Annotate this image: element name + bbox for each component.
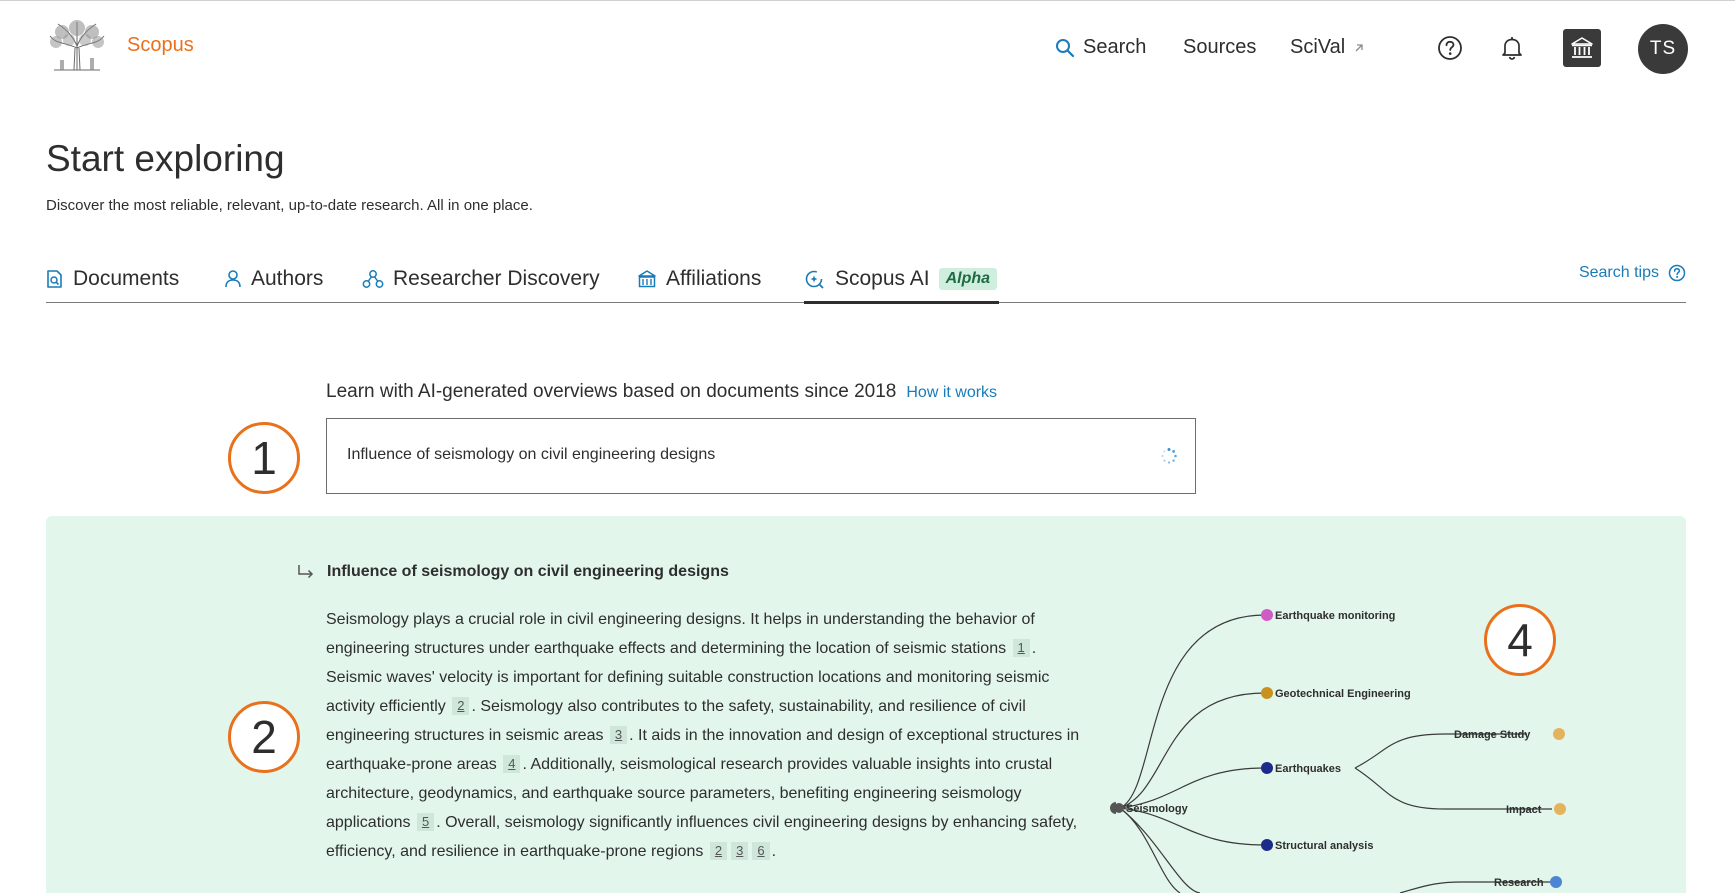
bell-icon [1502, 37, 1522, 60]
page-title: Start exploring [46, 138, 285, 179]
network-icon [362, 270, 384, 288]
user-avatar[interactable]: TS [1638, 24, 1688, 74]
top-header: Scopus Search Sources SciVal TS [0, 0, 1735, 100]
answer-text-segment: . [771, 843, 777, 860]
document-search-icon [47, 270, 62, 288]
tab-affiliations-label: Affiliations [666, 267, 762, 290]
search-tips-label: Search tips [1578, 264, 1659, 281]
citation-link[interactable]: 2 [709, 842, 728, 860]
tab-scopus-ai[interactable]: Scopus AI Alpha [804, 262, 1000, 304]
loading-spinner-icon [1161, 448, 1177, 464]
reply-arrow-icon [298, 565, 314, 579]
ai-sparkle-icon [805, 270, 824, 289]
map-edge [1119, 614, 1266, 809]
search-tips-link[interactable]: Search tips [1579, 264, 1686, 282]
map-node-label: Damage Study [1454, 729, 1531, 741]
map-edge [1119, 807, 1201, 893]
tab-affiliations[interactable]: Affiliations [637, 262, 761, 296]
person-icon [225, 270, 241, 288]
map-node-label: Impact [1506, 804, 1542, 816]
help-button[interactable] [1434, 32, 1466, 64]
search-icon [1056, 38, 1075, 57]
building-icon [638, 270, 656, 288]
map-node-structural-analysis[interactable]: Structural analysis [1261, 839, 1373, 852]
map-node-label: Research [1494, 877, 1544, 889]
nav-search-link[interactable]: Search [1055, 36, 1146, 59]
answer-text-segment: Seismology plays a crucial role in civil… [326, 611, 1035, 657]
tab-scopus-ai-label: Scopus AI [835, 267, 930, 290]
answer-text-segment: . Overall, seismology significantly infl… [326, 814, 1078, 860]
map-node-earthquake-monitoring[interactable]: Earthquake monitoring [1261, 609, 1395, 622]
tab-researcher-discovery-label: Researcher Discovery [393, 267, 600, 290]
map-node-geotechnical-engineering[interactable]: Geotechnical Engineering [1261, 687, 1411, 700]
tab-researcher-discovery[interactable]: Researcher Discovery [362, 262, 600, 296]
tab-authors-label: Authors [251, 267, 324, 290]
answer-summary: Seismology plays a crucial role in civil… [326, 605, 1086, 866]
map-node-label: Structural analysis [1275, 840, 1373, 852]
ai-prompt-text: Learn with AI-generated overviews based … [326, 381, 897, 402]
tab-documents-label: Documents [73, 267, 180, 290]
brand-name[interactable]: Scopus [127, 34, 194, 57]
citation-link[interactable]: 1 [1012, 639, 1030, 657]
map-edge [1119, 807, 1181, 893]
map-edge [1354, 767, 1552, 810]
nav-search-label: Search [1083, 36, 1147, 58]
tab-documents[interactable]: Documents [46, 262, 179, 296]
map-node-label: Earthquake monitoring [1275, 610, 1395, 622]
citation-link[interactable]: 5 [416, 813, 435, 831]
alpha-badge: Alpha [938, 268, 998, 290]
map-edge [1119, 767, 1266, 809]
ai-prompt-row: Learn with AI-generated overviews based … [326, 381, 997, 403]
map-edge [1119, 692, 1266, 809]
callout-marker-4: 4 [1484, 604, 1556, 676]
help-circle-icon [1668, 264, 1686, 282]
concept-map[interactable]: Seismology Earthquake monitoring Geotech… [1090, 590, 1650, 893]
citation-link[interactable]: 2 [452, 697, 470, 715]
external-link-icon [1355, 43, 1363, 51]
citation-link[interactable]: 3 [731, 842, 749, 860]
citation-link[interactable]: 4 [503, 755, 521, 773]
map-node-root[interactable]: Seismology [1110, 802, 1189, 815]
page-subtitle: Discover the most reliable, relevant, up… [46, 197, 533, 214]
notifications-button[interactable] [1496, 32, 1528, 64]
map-node-label: Earthquakes [1275, 763, 1341, 775]
institution-icon [1571, 37, 1593, 58]
nav-scival-link[interactable]: SciVal [1290, 36, 1365, 59]
help-icon [1438, 36, 1462, 60]
tab-authors[interactable]: Authors [224, 262, 323, 296]
map-node-label: Geotechnical Engineering [1275, 688, 1411, 700]
how-it-works-link[interactable]: How it works [906, 384, 997, 402]
callout-marker-2: 2 [228, 701, 300, 773]
map-node-damage-study[interactable]: Damage Study [1454, 728, 1565, 741]
nav-sources-link[interactable]: Sources [1183, 36, 1256, 59]
citation-link[interactable]: 3 [609, 726, 628, 744]
map-node-research[interactable]: Research [1494, 876, 1562, 889]
ai-query-input[interactable]: Influence of seismology on civil enginee… [326, 418, 1196, 494]
map-node-impact[interactable]: Impact [1506, 803, 1566, 816]
elsevier-tree-logo-icon[interactable] [44, 18, 110, 78]
map-node-earthquakes[interactable]: Earthquakes [1261, 762, 1341, 775]
ai-query-value: Influence of seismology on civil enginee… [347, 446, 716, 463]
callout-marker-1: 1 [228, 422, 300, 494]
answer-heading-text: Influence of seismology on civil enginee… [327, 563, 729, 580]
citation-link[interactable]: 6 [752, 842, 770, 860]
institution-button[interactable] [1563, 29, 1601, 67]
answer-heading: Influence of seismology on civil enginee… [297, 563, 729, 581]
nav-scival-label: SciVal [1290, 36, 1346, 58]
search-tabs: Documents Authors Researcher Discovery A… [46, 258, 1686, 304]
map-node-root-label: Seismology [1126, 803, 1189, 815]
